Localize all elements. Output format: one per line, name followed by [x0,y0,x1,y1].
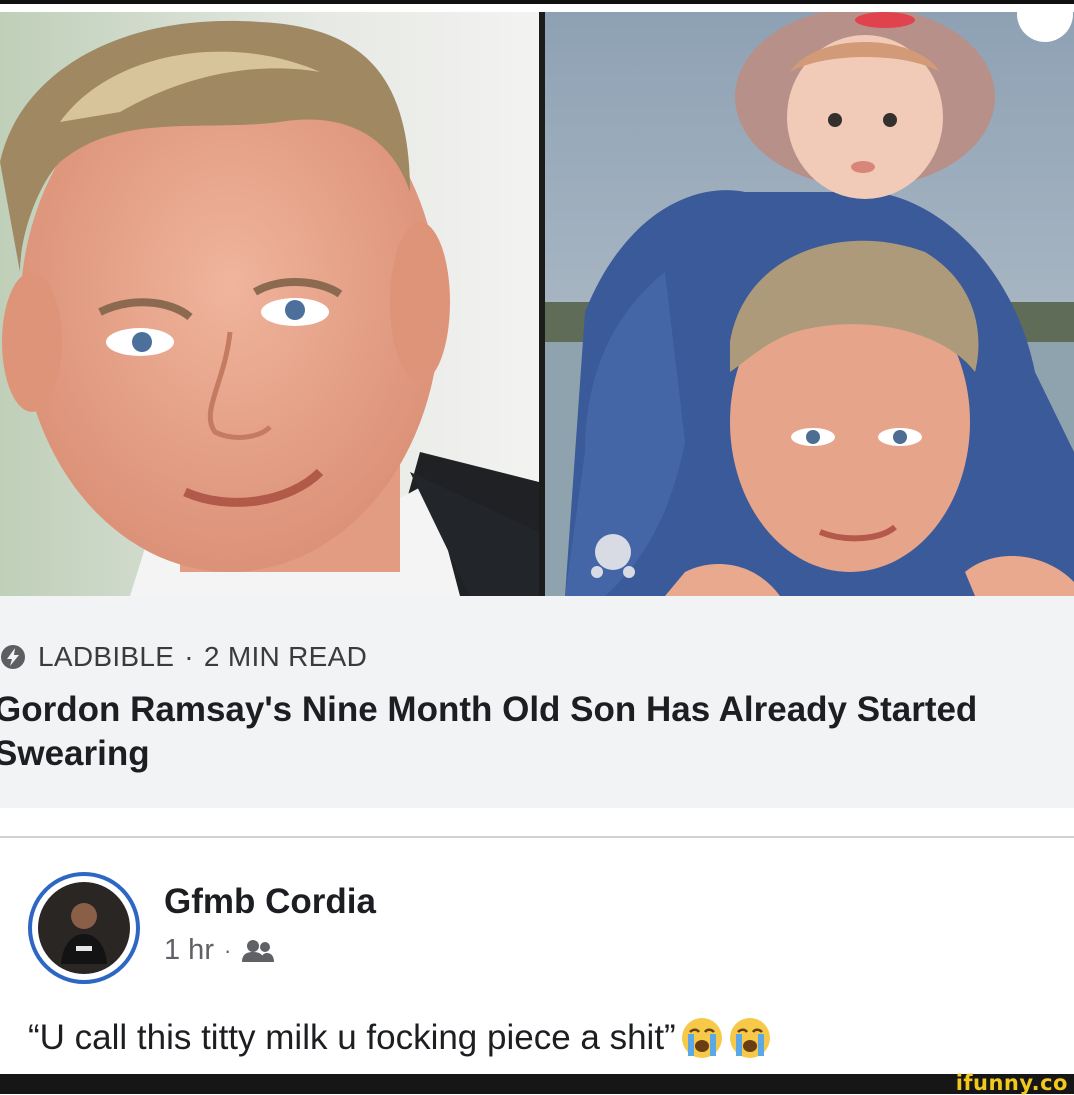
article-source: LADBIBLE [38,641,175,672]
loudly-crying-face-icon [729,1018,770,1058]
article-headline[interactable]: Gordon Ramsay's Nine Month Old Son Has A… [0,688,994,776]
friends-icon [242,939,275,962]
article-image-portrait[interactable] [0,12,539,596]
comment-meta: 1 hr · [164,934,275,967]
comment-author[interactable]: Gfmb Cordia [164,882,376,922]
article-image-shoulders[interactable] [545,12,1074,596]
avatar[interactable] [28,872,140,984]
top-edge-bar [0,0,1074,4]
article-source-row: LADBIBLE · 2 MIN READ [0,640,367,674]
comment-body: “U call this titty milk u focking piece … [28,1016,772,1060]
source-separator: · [184,641,194,672]
ifunny-watermark: ifunny.co [955,1071,1068,1095]
comment-text: “U call this titty milk u focking piece … [28,1018,676,1057]
article-read-time: 2 MIN READ [203,641,368,672]
card-bottom-border [0,836,1074,838]
loudly-crying-face-icon [681,1018,722,1058]
comment-time[interactable]: 1 hr [164,934,214,967]
meta-separator: · [223,937,232,963]
bottom-bar [0,1074,1074,1094]
bolt-icon [1,645,25,669]
